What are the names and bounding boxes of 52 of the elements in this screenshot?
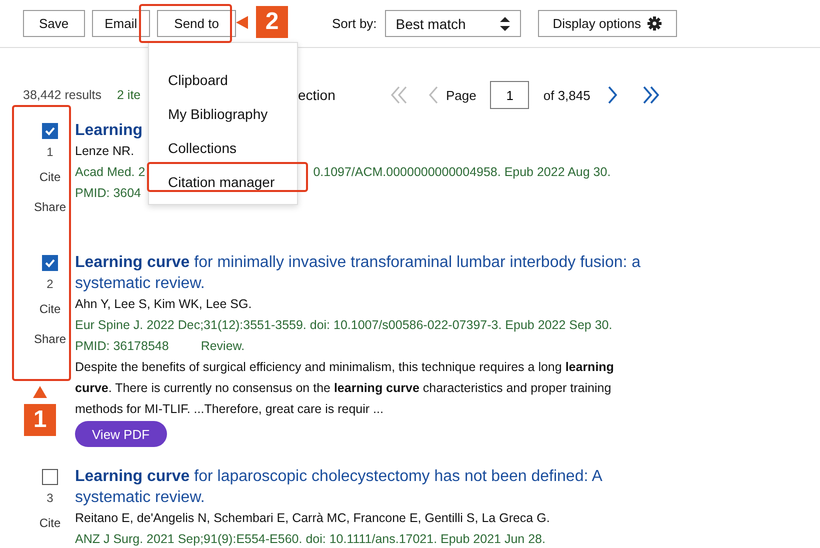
display-options-button[interactable]: Display options <box>538 10 677 37</box>
result-number: 2 <box>46 276 54 293</box>
settings-icon <box>646 16 662 31</box>
abstract-snippet: Despite the benefits of surgical efficiency and minimalism, this technique requires a long learning curve. There is currently no consensus on the learning curve characteristics and proper training methods for MI-TLIF. ...Therefore, great care is requir ... <box>75 359 615 418</box>
sort-label: Sort by: <box>332 16 377 31</box>
authors-text: Lenze NR. <box>75 143 134 160</box>
last-page-icon[interactable] <box>642 86 660 104</box>
citation-text: 0.1097/ACM.0000000000004958. Epub 2022 Aug 30. <box>313 164 611 181</box>
result-number: 1 <box>46 144 54 161</box>
citation-text: Acad Med. 2 <box>75 164 146 181</box>
sort-dropdown[interactable]: Best match <box>384 10 521 37</box>
article-title[interactable]: Learning curve for minimally invasive transforaminal lumbar interbody fusion: a systematic review. <box>75 252 650 294</box>
pmid-text: PMID: 3604 <box>75 185 142 202</box>
action-link[interactable]: Cite <box>39 169 61 186</box>
checkbox[interactable] <box>42 123 58 139</box>
results-count: 38,442 results <box>23 88 103 102</box>
view-pdf-button[interactable]: View PDF <box>75 421 167 447</box>
authors-text: Reitano E, de'Angelis N, Schembari E, Carrà MC, Francone E, Gentilli S, La Greca G. <box>75 510 550 527</box>
selection-text[interactable]: ection <box>298 87 390 103</box>
authors-text: Ahn Y, Lee S, Kim WK, Lee SG. <box>75 296 252 313</box>
pointer-triangle-icon <box>33 386 47 398</box>
sort-caret-icon <box>500 16 510 30</box>
selection-text: 2 ite <box>117 88 142 102</box>
next-page-icon[interactable] <box>608 86 618 104</box>
pointer-triangle-icon <box>236 16 248 29</box>
callout-badge: 1 <box>24 404 56 436</box>
checkmark-icon <box>44 257 56 269</box>
callout-badge: 2 <box>256 6 288 38</box>
page-label: Page <box>446 88 476 102</box>
menu-item[interactable]: Collections <box>149 136 297 170</box>
action-link[interactable]: Cite <box>39 515 61 532</box>
menu-item[interactable]: Citation manager <box>149 170 297 204</box>
result-number: 3 <box>46 490 54 507</box>
action-link[interactable]: Share <box>34 331 66 348</box>
citation-text: ANZ J Surg. 2021 Sep;91(9):E554-E560. doi: 10.1111/ans.17021. Epub 2021 Jun 28. <box>75 531 546 548</box>
page-total: of 3,845 <box>543 88 590 102</box>
checkbox[interactable] <box>42 255 58 271</box>
action-link[interactable]: Share <box>34 199 66 216</box>
toolbar-button[interactable]: Email <box>92 10 150 37</box>
article-title[interactable]: Learning curve for laparoscopic cholecystectomy has not been defined: A systematic review. <box>75 466 650 508</box>
menu-item[interactable]: Clipboard <box>149 68 297 102</box>
page-field[interactable]: 1 <box>490 81 530 109</box>
article-type: Review. <box>200 338 245 355</box>
menu-item[interactable]: My Bibliography <box>149 102 297 136</box>
action-link[interactable]: Cite <box>39 301 61 318</box>
toolbar-button[interactable]: Save <box>23 10 85 37</box>
checkmark-icon <box>44 125 56 137</box>
citation-text: Eur Spine J. 2022 Dec;31(12):3551-3559. doi: 10.1007/s00586-022-07397-3. Epub 2022 Sep 30. <box>75 317 612 334</box>
checkbox[interactable] <box>42 469 58 485</box>
toolbar-button[interactable]: Send to <box>157 10 236 37</box>
pmid-text: PMID: 36178548 <box>75 338 169 355</box>
article-title[interactable]: Learning <box>75 120 143 141</box>
